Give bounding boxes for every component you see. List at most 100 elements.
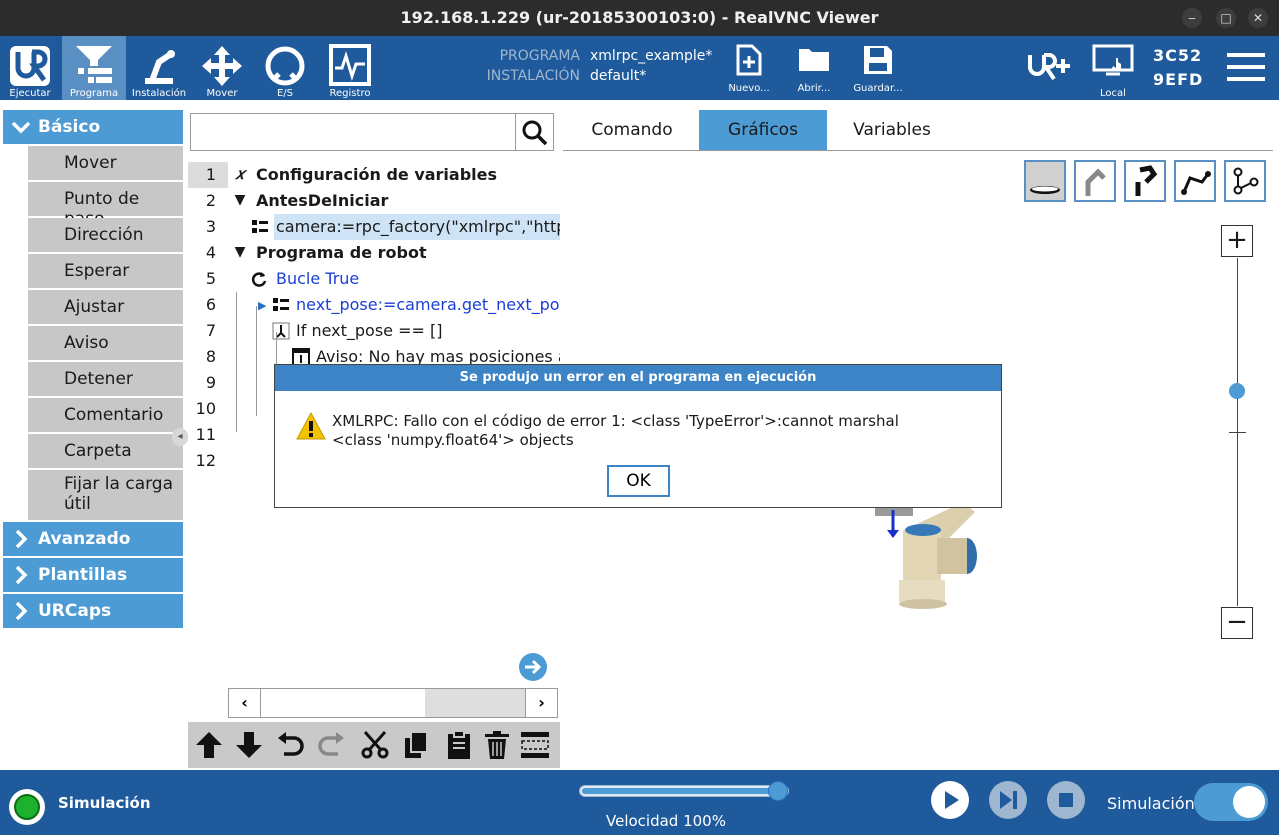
open-program-button[interactable]: Abrir...: [788, 36, 840, 100]
view-path-button[interactable]: [1174, 160, 1216, 202]
status-bar: Simulación Velocidad 100% Simulación: [0, 770, 1279, 835]
scroll-thumb[interactable]: [425, 689, 525, 717]
tree-line-text: next_pose:=camera.get_next_pos: [296, 295, 560, 314]
view-waypoints-button[interactable]: [1224, 160, 1266, 202]
tree-connector: [256, 306, 257, 416]
line-number: 12: [195, 451, 216, 470]
copy-icon[interactable]: [402, 730, 432, 760]
tree-line[interactable]: 6 ▶ next_pose:=camera.get_next_pos: [188, 292, 560, 318]
tree-search-input[interactable]: [190, 113, 554, 151]
horizontal-scrollbar[interactable]: ‹ ›: [228, 688, 558, 718]
speed-slider-knob[interactable]: [768, 781, 788, 801]
expand-toggle-icon[interactable]: ▼: [232, 245, 248, 261]
category-plantillas-label: Plantillas: [38, 565, 128, 585]
tab-es[interactable]: E/S: [254, 36, 316, 100]
robot-arm-icon: [145, 50, 175, 84]
hamburger-menu-icon[interactable]: [1227, 51, 1265, 83]
scroll-right-button[interactable]: ›: [525, 689, 557, 717]
move-up-icon[interactable]: [194, 730, 224, 760]
maximize-button[interactable]: □: [1216, 8, 1236, 28]
delete-icon[interactable]: [482, 730, 512, 760]
collapse-panel-handle[interactable]: ◂: [172, 428, 188, 446]
minimize-button[interactable]: ‒: [1182, 8, 1202, 28]
command-carpeta[interactable]: Carpeta: [28, 434, 183, 468]
new-program-button[interactable]: Nuevo...: [723, 36, 775, 100]
category-avanzado-label: Avanzado: [38, 529, 131, 549]
search-button[interactable]: [515, 114, 553, 150]
expand-toggle-icon[interactable]: ▼: [232, 193, 248, 209]
variables-icon: 𝑥: [235, 164, 245, 183]
category-basico[interactable]: Básico: [3, 110, 183, 144]
stop-button[interactable]: [1047, 781, 1085, 819]
io-icon: [265, 46, 305, 86]
tree-line[interactable]: 5 Bucle True: [188, 266, 560, 292]
zoom-out-button[interactable]: −: [1221, 607, 1253, 639]
close-window-button[interactable]: ✕: [1248, 8, 1268, 28]
simulation-toggle[interactable]: [1194, 783, 1268, 821]
dialog-message: XMLRPC: Fallo con el código de error 1: …: [332, 412, 982, 450]
paste-icon[interactable]: [444, 730, 474, 760]
cut-icon[interactable]: [360, 730, 390, 760]
command-label: Esperar: [64, 261, 130, 281]
warning-icon: [296, 411, 326, 440]
tree-line[interactable]: 2 ▼ AntesDeIniciar: [188, 188, 560, 214]
save-program-button[interactable]: Guardar...: [850, 36, 906, 100]
redo-icon[interactable]: [316, 730, 346, 760]
line-number: 11: [195, 425, 216, 444]
scroll-left-button[interactable]: ‹: [229, 689, 261, 717]
tab-registro[interactable]: Registro: [318, 36, 382, 100]
tab-graficos[interactable]: Gráficos: [699, 110, 827, 150]
dialog-title: Se produjo un error en el programa en ej…: [275, 365, 1001, 391]
program-label: PROGRAMA: [499, 48, 580, 64]
command-ajustar[interactable]: Ajustar: [28, 290, 183, 324]
local-mode-button[interactable]: Local: [1090, 36, 1136, 100]
current-line-arrow-icon: ▶: [258, 299, 267, 312]
view-front-button[interactable]: [1124, 160, 1166, 202]
command-mover[interactable]: Mover: [28, 146, 183, 180]
tab-programa[interactable]: Programa: [62, 36, 126, 100]
zoom-slider-knob[interactable]: [1229, 383, 1245, 399]
line-number: 4: [205, 243, 216, 262]
tab-divider: [563, 150, 1273, 151]
category-plantillas[interactable]: Plantillas: [3, 558, 183, 592]
tab-instalacion[interactable]: Instalación: [128, 36, 190, 100]
tab-ejecutar[interactable]: Ejecutar: [0, 36, 60, 100]
dialog-ok-button[interactable]: OK: [607, 465, 670, 497]
robot-side-view-icon: [1085, 168, 1106, 196]
robot-status-indicator[interactable]: [9, 789, 45, 825]
command-aviso[interactable]: Aviso: [28, 326, 183, 360]
suppress-icon[interactable]: [520, 730, 550, 760]
command-fijar-carga-util[interactable]: Fijar la carga útil: [28, 470, 183, 520]
command-detener[interactable]: Detener: [28, 362, 183, 396]
robot-mode-label: Simulación: [58, 794, 151, 812]
view-side-button[interactable]: [1074, 160, 1116, 202]
tree-line[interactable]: 4 ▼ Programa de robot: [188, 240, 560, 266]
tab-mover[interactable]: Mover: [192, 36, 252, 100]
command-esperar[interactable]: Esperar: [28, 254, 183, 288]
move-down-icon[interactable]: [234, 730, 264, 760]
tree-line[interactable]: 3 camera:=rpc_factory("xmlrpc","http:: [188, 214, 560, 240]
undo-icon[interactable]: [276, 730, 306, 760]
base-view-icon: [1030, 186, 1060, 194]
tree-connector: [236, 292, 237, 432]
step-button[interactable]: [989, 781, 1027, 819]
tree-line[interactable]: 1 𝑥 Configuración de variables: [188, 162, 560, 188]
tree-line-text: Configuración de variables: [256, 165, 498, 184]
category-urcaps[interactable]: URCaps: [3, 594, 183, 628]
urplus-icon[interactable]: [1027, 51, 1071, 83]
open-program-label: Abrir...: [797, 83, 831, 94]
zoom-in-button[interactable]: +: [1221, 225, 1253, 257]
go-to-current-line-icon[interactable]: [518, 652, 548, 682]
open-folder-icon: [799, 49, 829, 71]
command-comentario[interactable]: Comentario: [28, 398, 183, 432]
category-avanzado[interactable]: Avanzado: [3, 522, 183, 556]
tab-comando[interactable]: Comando: [573, 110, 691, 150]
tab-variables[interactable]: Variables: [833, 110, 951, 150]
speed-slider[interactable]: [579, 781, 789, 801]
play-button[interactable]: [931, 781, 969, 819]
window-titlebar: 192.168.1.229 (ur-20185300103:0) - RealV…: [0, 0, 1279, 36]
command-direccion[interactable]: Dirección: [28, 218, 183, 252]
command-punto-de-paso[interactable]: Punto de paso: [28, 182, 183, 229]
view-top-button[interactable]: [1024, 160, 1066, 202]
tree-line[interactable]: 7 If next_pose == []: [188, 318, 560, 344]
